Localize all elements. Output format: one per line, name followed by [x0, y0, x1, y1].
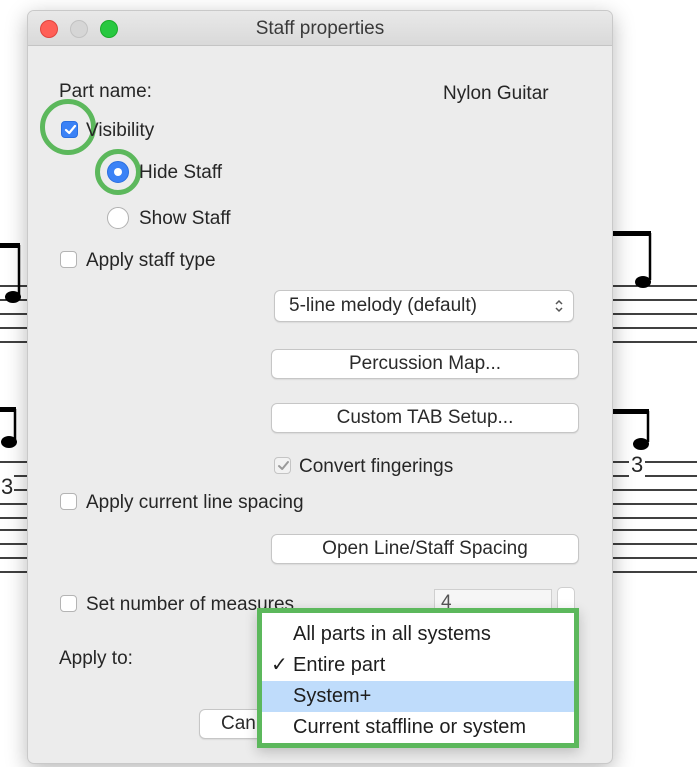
custom-tab-setup-button[interactable]: Custom TAB Setup...: [271, 403, 579, 433]
menu-item-system-plus[interactable]: System+: [262, 681, 574, 712]
apply-staff-type-label: Apply staff type: [86, 250, 216, 271]
title-bar[interactable]: Staff properties: [28, 11, 612, 46]
apply-to-dropdown-menu: All parts in all systems ✓ Entire part S…: [257, 608, 579, 748]
apply-line-spacing-checkbox[interactable]: [60, 493, 77, 510]
apply-line-spacing-label: Apply current line spacing: [86, 492, 304, 513]
staff-type-select[interactable]: 5-line melody (default): [274, 290, 574, 322]
window-title: Staff properties: [255, 18, 385, 39]
show-staff-radio[interactable]: [107, 207, 129, 229]
tuplet-number-left: 3: [0, 474, 15, 500]
set-measures-checkbox[interactable]: [60, 595, 77, 612]
left-note-fragment: [0, 243, 21, 448]
convert-fingerings-checkbox[interactable]: [274, 457, 291, 474]
convert-fingerings-label: Convert fingerings: [299, 456, 454, 477]
updown-chevron-icon: [555, 299, 563, 313]
show-staff-label: Show Staff: [139, 208, 231, 229]
menu-item-current-staffline[interactable]: Current staffline or system: [262, 712, 574, 743]
tuplet-number-right: 3: [629, 452, 646, 478]
menu-item-all-parts[interactable]: All parts in all systems: [262, 619, 574, 650]
open-line-staff-spacing-button[interactable]: Open Line/Staff Spacing: [271, 534, 579, 564]
apply-to-label: Apply to:: [59, 648, 133, 669]
checkmark-icon: ✓: [271, 654, 288, 676]
menu-item-entire-part[interactable]: ✓ Entire part: [262, 650, 574, 681]
part-name-value: Nylon Guitar: [443, 83, 549, 104]
hide-staff-annotation-ring: [95, 149, 141, 195]
checkmark-icon: [278, 461, 289, 470]
apply-staff-type-checkbox[interactable]: [60, 251, 77, 268]
hide-staff-label: Hide Staff: [139, 162, 223, 183]
right-note-fragment: [611, 231, 652, 450]
percussion-map-button[interactable]: Percussion Map...: [271, 349, 579, 379]
staff-type-select-value: 5-line melody (default): [289, 295, 477, 316]
visibility-label: Visibility: [86, 120, 155, 141]
